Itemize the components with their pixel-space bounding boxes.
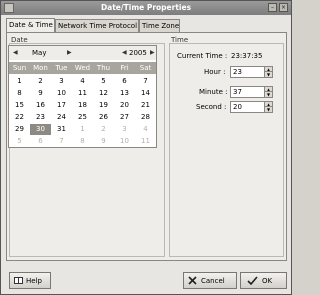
calendar-day[interactable]: 29 [9,124,30,135]
hour-spinbutton[interactable]: 23 ▲ ▼ [230,66,273,78]
calendar-day[interactable]: 11 [135,136,156,147]
calendar[interactable]: ◀ May ▶ ◀ 2005 ▶ Sun Mon Tue Wed Thu Fri Sat 1… [8,45,157,148]
calendar-year: 2005 [129,49,147,57]
calendar-day[interactable]: 21 [135,100,156,111]
calendar-day[interactable]: 10 [51,88,72,99]
help-label: Help [26,277,42,285]
minute-value[interactable]: 37 [233,88,242,96]
weekday-header: Sun Mon Tue Wed Thu Fri Sat [9,62,156,74]
calendar-day[interactable]: 9 [93,136,114,147]
decrement-icon[interactable]: ▼ [264,71,272,77]
calendar-day[interactable]: 27 [114,112,135,123]
calendar-day[interactable]: 8 [72,136,93,147]
weekday-label: Tue [55,64,68,72]
calendar-day[interactable]: 5 [93,76,114,87]
second-value[interactable]: 20 [233,103,242,111]
calendar-header: ◀ May ▶ ◀ 2005 ▶ [9,46,156,60]
calendar-day[interactable]: 9 [30,88,51,99]
calendar-day[interactable]: 24 [51,112,72,123]
second-spinbutton[interactable]: 20 ▲ ▼ [230,101,273,113]
tab-network-time-protocol[interactable]: Network Time Protocol [55,19,139,32]
next-month-icon[interactable]: ▶ [67,49,72,56]
ok-icon [247,276,258,286]
calendar-day[interactable]: 14 [135,88,156,99]
weekday-label: Mon [33,64,48,72]
help-icon [14,276,23,285]
calendar-day[interactable]: 28 [135,112,156,123]
calendar-day[interactable]: 2 [93,124,114,135]
calendar-day[interactable]: 30 [30,124,51,135]
tab-date-time[interactable]: Date & Time [6,18,55,32]
decrement-icon[interactable]: ▼ [264,106,272,112]
calendar-day[interactable]: 1 [9,76,30,87]
close-icon[interactable]: × [279,3,288,12]
prev-month-icon[interactable]: ◀ [13,49,18,56]
minimize-icon[interactable]: – [268,3,277,12]
tab-label: Time Zone [142,22,180,30]
weekday-label: Sat [139,64,152,72]
current-time-value: 23:37:35 [231,52,263,60]
calendar-day[interactable]: 16 [30,100,51,111]
calendar-day[interactable]: 31 [51,124,72,135]
help-button[interactable]: Help [9,272,51,289]
calendar-day[interactable]: 5 [9,136,30,147]
calendar-day[interactable]: 4 [72,76,93,87]
calendar-day[interactable]: 7 [135,76,156,87]
minute-label: Minute : [199,88,228,96]
calendar-day[interactable]: 15 [9,100,30,111]
minute-spinbutton[interactable]: 37 ▲ ▼ [230,86,273,98]
calendar-day[interactable]: 13 [114,88,135,99]
calendar-day[interactable]: 25 [72,112,93,123]
calendar-day[interactable]: 26 [93,112,114,123]
hour-value[interactable]: 23 [233,68,242,76]
cancel-button[interactable]: Cancel [183,272,237,289]
ok-button[interactable]: OK [240,272,287,289]
window-title: Date/Time Properties [100,3,192,12]
weekday-label: Thu [96,64,111,72]
cancel-icon [188,276,197,285]
calendar-day[interactable]: 3 [51,76,72,87]
tab-label: Network Time Protocol [58,22,138,30]
calendar-day[interactable]: 18 [72,100,93,111]
hour-label: Hour : [204,68,226,76]
calendar-day[interactable]: 1 [72,124,93,135]
title-bar[interactable]: Date/Time Properties – × [1,1,291,15]
date-time-properties-window: Date/Time Properties – × Date & Time Net… [0,0,292,295]
calendar-day[interactable]: 7 [51,136,72,147]
calendar-day[interactable]: 19 [93,100,114,111]
next-year-icon[interactable]: ▶ [150,49,155,56]
calendar-month: May [32,49,47,57]
cancel-label: Cancel [201,277,225,285]
tab-label: Date & Time [9,21,53,29]
weekday-label: Wed [74,64,91,72]
calendar-day[interactable]: 8 [9,88,30,99]
tab-time-zone[interactable]: Time Zone [139,19,180,32]
prev-year-icon[interactable]: ◀ [122,49,127,56]
second-label: Second : [196,103,227,111]
current-time-label: Current Time : [177,52,228,60]
calendar-day[interactable]: 20 [114,100,135,111]
calendar-day[interactable]: 6 [114,76,135,87]
calendar-day[interactable]: 22 [9,112,30,123]
calendar-day[interactable]: 4 [135,124,156,135]
weekday-label: Fri [120,64,129,72]
calendar-day[interactable]: 17 [51,100,72,111]
calendar-day[interactable]: 11 [72,88,93,99]
calendar-day[interactable]: 6 [30,136,51,147]
calendar-day[interactable]: 23 [30,112,51,123]
calendar-day[interactable]: 3 [114,124,135,135]
calendar-day[interactable]: 2 [30,76,51,87]
weekday-label: Sun [12,64,27,72]
calendar-day[interactable]: 12 [93,88,114,99]
calendar-day[interactable]: 10 [114,136,135,147]
ok-label: OK [262,277,273,285]
decrement-icon[interactable]: ▼ [264,91,272,97]
